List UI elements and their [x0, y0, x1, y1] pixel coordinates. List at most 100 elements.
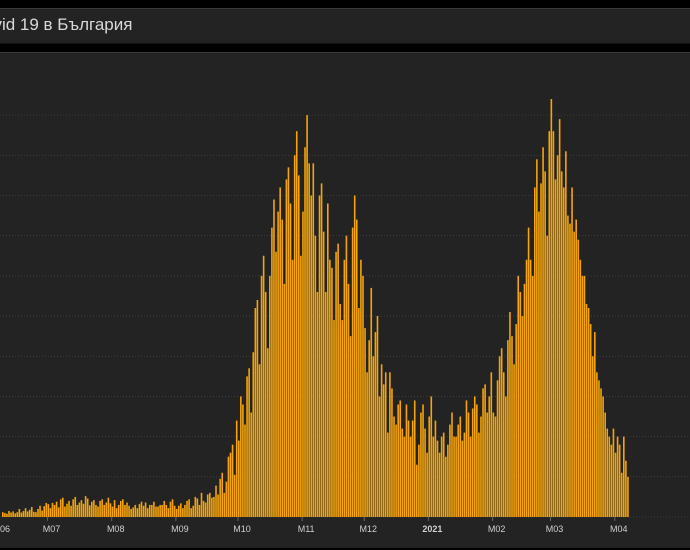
bar	[587, 308, 590, 517]
bar	[4, 512, 6, 517]
bar	[511, 336, 513, 517]
bar	[165, 504, 168, 517]
bar	[47, 504, 50, 517]
bar	[538, 211, 540, 518]
bar	[366, 372, 368, 517]
bar	[35, 512, 37, 517]
bar	[413, 400, 416, 517]
bar	[484, 384, 486, 517]
bar	[192, 505, 195, 517]
bar	[370, 287, 373, 517]
bar	[293, 155, 296, 517]
bar	[469, 436, 472, 517]
bar	[204, 502, 207, 517]
bar	[407, 420, 410, 517]
bar	[310, 195, 313, 518]
bar	[598, 380, 600, 517]
bar	[64, 506, 66, 517]
bar	[53, 504, 56, 517]
bar	[49, 508, 52, 517]
bar	[455, 436, 457, 517]
bar	[550, 99, 553, 517]
bar	[213, 496, 215, 517]
bar	[339, 303, 342, 517]
bar	[167, 508, 170, 517]
bar	[14, 513, 17, 517]
bar	[440, 436, 443, 517]
bar	[51, 502, 54, 517]
bar	[430, 396, 433, 517]
bar	[457, 424, 459, 517]
x-tick-label: M09	[171, 524, 189, 534]
chart-title: ovid 19 в България	[0, 15, 133, 34]
bar	[384, 372, 387, 517]
bar	[575, 219, 577, 517]
bar	[233, 474, 236, 517]
bar	[422, 404, 424, 517]
bar	[556, 155, 559, 517]
bar	[107, 497, 110, 517]
bar	[126, 502, 128, 517]
bar	[416, 464, 418, 517]
bar	[6, 513, 8, 517]
bar	[277, 211, 279, 518]
bar	[283, 283, 286, 517]
bar	[314, 235, 317, 518]
bar	[521, 316, 524, 517]
bar	[231, 444, 234, 517]
bar	[196, 498, 199, 517]
bar	[163, 500, 166, 517]
bar	[372, 356, 375, 517]
bar	[552, 131, 555, 518]
bar	[389, 372, 391, 517]
bar	[155, 506, 157, 517]
bar	[153, 501, 155, 517]
bar	[180, 503, 182, 517]
bar	[600, 388, 602, 517]
bar	[262, 255, 265, 517]
bar	[26, 511, 29, 517]
bar	[202, 500, 205, 517]
bar	[618, 444, 621, 517]
bar	[581, 275, 584, 517]
bar	[252, 352, 255, 517]
bar	[531, 275, 534, 517]
bar	[374, 332, 377, 517]
x-tick-label: M07	[43, 524, 61, 534]
bar	[28, 509, 31, 517]
bar	[517, 275, 520, 517]
bar	[37, 508, 39, 517]
bar	[571, 187, 573, 517]
bar	[76, 504, 79, 517]
bar	[614, 452, 617, 517]
bar	[461, 440, 464, 517]
bar	[451, 412, 453, 517]
bar	[463, 432, 466, 517]
bar	[558, 119, 561, 518]
bar	[502, 372, 505, 517]
bar	[606, 428, 609, 517]
bar	[182, 508, 184, 517]
bar	[16, 512, 19, 517]
bar	[382, 384, 385, 517]
x-tick-label: M08	[107, 524, 125, 534]
bar	[66, 503, 68, 517]
bar	[62, 497, 64, 517]
bar-chart: 06 M07 M08 M09 M10 M11 M12 2021 M02 M03 M04	[0, 99, 690, 534]
bar	[436, 440, 439, 517]
bar	[103, 504, 106, 517]
bar	[376, 316, 379, 517]
bar	[482, 388, 484, 517]
bar	[391, 388, 393, 517]
bar	[68, 500, 70, 517]
bar	[113, 500, 116, 517]
bar	[227, 456, 230, 517]
bar	[589, 324, 592, 517]
bar	[169, 501, 172, 517]
bar	[80, 500, 83, 517]
bar	[95, 504, 97, 517]
bar	[198, 504, 201, 517]
bar	[289, 203, 292, 517]
bar	[119, 500, 122, 517]
bar	[30, 506, 33, 517]
